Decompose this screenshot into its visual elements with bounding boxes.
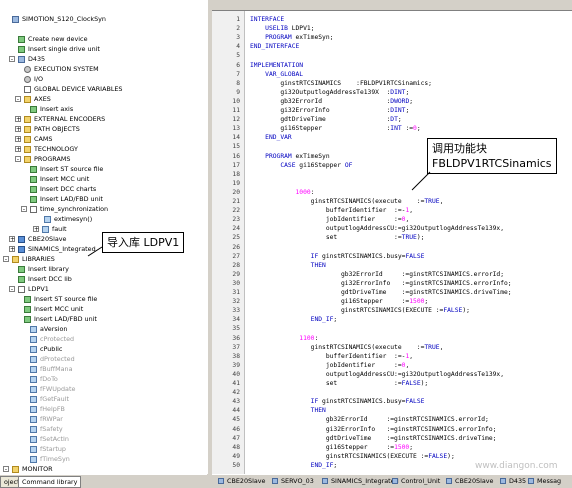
watermark: www.diangon.com [475,461,558,471]
window-tab[interactable]: CBE20Slave [216,476,265,486]
open-windows-bar: CBE20Slave SERVO_03 SINAMICS_Integrated Con… [212,474,572,487]
window-tab[interactable]: D435 [498,476,526,486]
arrow-line-top [411,171,431,191]
window-tab[interactable]: SINAMICS_Integrated [320,476,399,486]
callout-arrows [87,171,431,257]
arrow-line-left [87,246,103,257]
window-tab[interactable]: Control_Unit [390,476,440,486]
window-tab[interactable]: CBE20Slave [444,476,493,486]
window-tab[interactable]: Messag [526,476,561,486]
window-tab[interactable]: SERVO_03 [270,476,314,486]
